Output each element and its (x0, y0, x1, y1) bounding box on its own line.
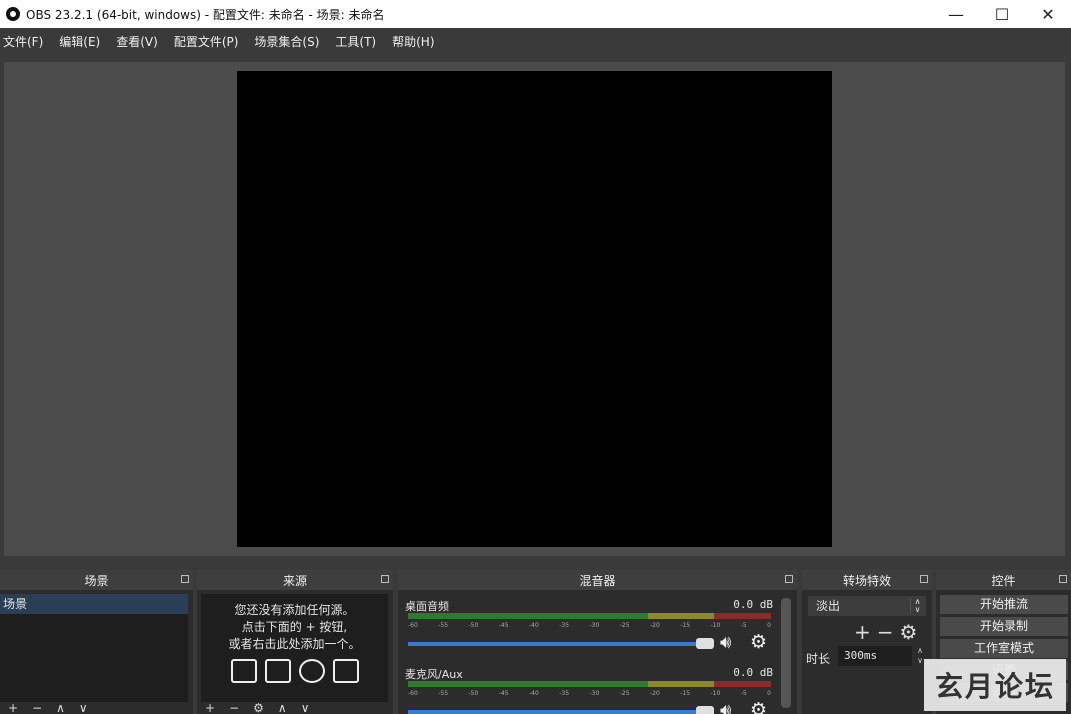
move-down-icon[interactable]: ∨ (301, 702, 310, 714)
title-bar: OBS 23.2.1 (64-bit, windows) - 配置文件: 未命名… (0, 0, 1071, 28)
mixer-dock: 混音器 桌面音频 0.0 dB -60 -55 -50 -45 -40 -35 -30 -25… (398, 570, 797, 714)
move-down-icon[interactable]: ∨ (79, 702, 88, 714)
transition-select[interactable]: 淡出 ∧ ∨ (808, 596, 926, 616)
scenes-dock: 场景 场景 + − ∧ ∨ (0, 570, 193, 714)
source-properties-gear-icon[interactable]: ⚙ (253, 702, 264, 714)
remove-source-icon[interactable]: − (229, 702, 239, 714)
volume-slider-handle[interactable] (696, 706, 714, 714)
sources-empty-line3: 或者右击此处添加一个。 (228, 637, 361, 651)
transition-select-value: 淡出 (816, 599, 841, 613)
start-recording-button[interactable]: 开始录制 (940, 617, 1068, 636)
volume-meter (408, 613, 771, 619)
menu-view[interactable]: 查看(V) (113, 33, 166, 50)
watermark: 玄月论坛 (924, 659, 1066, 711)
scene-item[interactable]: 场景 (0, 594, 188, 614)
mixer-dock-header: 混音器 (398, 570, 797, 590)
duration-input[interactable]: 300ms (838, 646, 912, 666)
mixer-channel: 桌面音频 0.0 dB -60 -55 -50 -45 -40 -35 -30 -25 -20-… (402, 598, 776, 664)
mixer-dock-title: 混音器 (579, 573, 616, 588)
browser-source-icon (298, 659, 325, 683)
sources-dock: 来源 您还没有添加任何源。 点击下面的 + 按钮, 或者右击此处添加一个。 + … (197, 570, 393, 714)
maximize-button[interactable]: ☐ (979, 0, 1025, 28)
transitions-dock-header: 转场特效 (802, 570, 932, 590)
image-source-icon (230, 659, 257, 683)
float-dock-icon[interactable] (381, 575, 389, 583)
volume-slider[interactable] (408, 710, 714, 714)
float-dock-icon[interactable] (181, 575, 189, 583)
channel-name: 麦克风/Aux (405, 668, 463, 681)
menu-scene-collection[interactable]: 场景集合(S) (251, 33, 327, 50)
gear-icon[interactable]: ⚙ (750, 631, 767, 653)
sources-dock-header: 来源 (197, 570, 393, 590)
meter-ticks: -60 -55 -50 -45 -40 -35 -30 -25 -20 -15 -10 -5 0 (408, 690, 771, 697)
volume-slider[interactable] (408, 642, 714, 646)
move-up-icon[interactable]: ∧ (278, 702, 287, 714)
minimize-button[interactable]: — (933, 0, 979, 28)
channel-name: 桌面音频 (405, 600, 449, 613)
menu-profile[interactable]: 配置文件(P) (171, 33, 247, 50)
transitions-dock-title: 转场特效 (842, 573, 891, 588)
menu-help[interactable]: 帮助(H) (389, 33, 442, 50)
volume-meter (408, 681, 771, 687)
speaker-icon[interactable]: 🔊︎ (720, 700, 731, 714)
remove-transition-icon[interactable]: − (877, 620, 894, 644)
camera-source-icon (332, 659, 359, 683)
menu-tools[interactable]: 工具(T) (332, 33, 384, 50)
sources-toolbar: + − ⚙ ∧ ∨ (197, 702, 393, 714)
chevron-updown-icon: ∧ ∨ (910, 598, 924, 614)
mixer-scrollbar[interactable] (781, 598, 791, 708)
controls-dock-title: 控件 (991, 573, 1016, 588)
speaker-icon[interactable]: 🔊︎ (720, 632, 731, 653)
channel-db: 0.0 dB (733, 598, 773, 611)
duration-label: 时长 (806, 652, 831, 666)
close-button[interactable]: ✕ (1025, 0, 1071, 28)
sources-empty-line2: 点击下面的 + 按钮, (241, 620, 348, 634)
transitions-dock: 转场特效 淡出 ∧ ∨ + − ⚙ 时长 300ms ∧ ∨ (802, 570, 932, 714)
channel-db: 0.0 dB (733, 666, 773, 679)
add-scene-icon[interactable]: + (8, 702, 18, 714)
sources-list[interactable]: 您还没有添加任何源。 点击下面的 + 按钮, 或者右击此处添加一个。 (201, 594, 388, 702)
menu-file[interactable]: 文件(F) (0, 33, 51, 50)
start-streaming-button[interactable]: 开始推流 (940, 595, 1068, 614)
scenes-dock-title: 场景 (84, 573, 109, 588)
window-title: OBS 23.2.1 (64-bit, windows) - 配置文件: 未命名… (26, 7, 385, 22)
float-dock-icon[interactable] (920, 575, 928, 583)
meter-ticks: -60 -55 -50 -45 -40 -35 -30 -25 -20 -15 -10 -5 0 (408, 622, 771, 629)
gear-icon[interactable]: ⚙ (900, 620, 918, 644)
scene-list[interactable]: 场景 (0, 594, 188, 702)
gear-icon[interactable]: ⚙ (750, 699, 767, 714)
float-dock-icon[interactable] (1059, 575, 1067, 583)
sources-empty-line1: 您还没有添加任何源。 (234, 603, 355, 617)
float-dock-icon[interactable] (785, 575, 793, 583)
preview-canvas[interactable] (237, 71, 832, 547)
remove-scene-icon[interactable]: − (32, 702, 42, 714)
menu-bar: 文件(F) 编辑(E) 查看(V) 配置文件(P) 场景集合(S) 工具(T) … (0, 28, 1071, 54)
scenes-dock-header: 场景 (0, 570, 193, 590)
controls-dock-header: 控件 (936, 570, 1071, 590)
studio-mode-button[interactable]: 工作室模式 (940, 639, 1068, 658)
mixer-channel: 麦克风/Aux 0.0 dB -60 -55 -50 -45 -40 -35 -30 -25-… (402, 666, 776, 714)
sources-dock-title: 来源 (282, 573, 307, 588)
volume-slider-handle[interactable] (696, 638, 714, 649)
preview-area[interactable] (4, 62, 1065, 556)
scenes-toolbar: + − ∧ ∨ (0, 702, 193, 714)
move-up-icon[interactable]: ∧ (56, 702, 65, 714)
menu-edit[interactable]: 编辑(E) (56, 33, 108, 50)
add-source-icon[interactable]: + (205, 702, 215, 714)
obs-logo-icon (6, 7, 20, 21)
add-transition-icon[interactable]: + (854, 620, 871, 644)
display-source-icon (264, 659, 291, 683)
